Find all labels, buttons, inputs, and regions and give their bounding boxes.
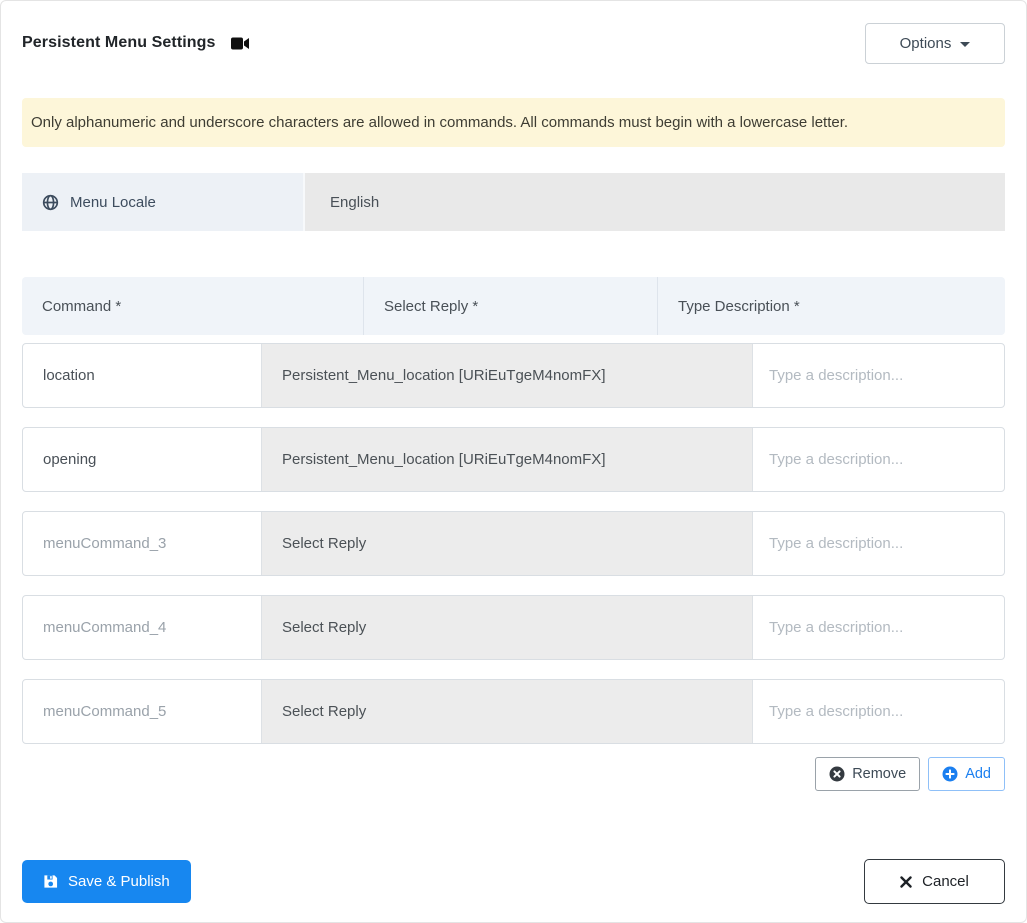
description-cell xyxy=(753,344,1004,407)
select-reply-value: Persistent_Menu_location [URiEuTgeM4nomF… xyxy=(282,367,606,384)
command-input-5[interactable] xyxy=(23,680,261,743)
command-row-2: Persistent_Menu_location [URiEuTgeM4nomF… xyxy=(22,427,1005,492)
row-actions: Remove Add xyxy=(22,757,1005,791)
column-header-type-description: Type Description * xyxy=(657,277,1005,335)
panel-header: Persistent Menu Settings Options xyxy=(22,22,1005,64)
command-input-1[interactable] xyxy=(23,344,261,407)
page-title: Persistent Menu Settings xyxy=(22,34,216,51)
x-icon xyxy=(900,875,912,888)
command-cell xyxy=(23,428,261,491)
select-reply-value: Select Reply xyxy=(282,619,367,636)
cancel-button-label: Cancel xyxy=(922,873,969,890)
select-reply-dropdown-2[interactable]: Persistent_Menu_location [URiEuTgeM4nomF… xyxy=(261,428,753,491)
select-reply-value: Select Reply xyxy=(282,535,367,552)
command-row-4: Select Reply xyxy=(22,595,1005,660)
select-reply-dropdown-4[interactable]: Select Reply xyxy=(261,596,753,659)
menu-locale-value: English xyxy=(305,173,1005,231)
persistent-menu-settings-panel: Persistent Menu Settings Options Only al… xyxy=(0,0,1027,923)
menu-locale-label: Menu Locale xyxy=(70,193,156,211)
column-header-command: Command * xyxy=(42,297,122,315)
select-reply-dropdown-1[interactable]: Persistent_Menu_location [URiEuTgeM4nomF… xyxy=(261,344,753,407)
save-publish-label: Save & Publish xyxy=(68,873,170,890)
videocam-icon xyxy=(230,37,250,50)
column-header-select-reply: Select Reply * xyxy=(363,277,657,335)
panel-footer: Save & Publish Cancel xyxy=(22,859,1005,904)
alert-text: Only alphanumeric and underscore charact… xyxy=(31,114,849,131)
select-reply-dropdown-5[interactable]: Select Reply xyxy=(261,680,753,743)
command-cell xyxy=(23,344,261,407)
select-reply-value: Persistent_Menu_location [URiEuTgeM4nomF… xyxy=(282,451,606,468)
add-button-label: Add xyxy=(965,766,991,782)
menu-locale-value-text: English xyxy=(330,193,380,211)
options-button-label: Options xyxy=(899,34,952,52)
command-cell xyxy=(23,596,261,659)
chevron-down-icon xyxy=(960,41,971,47)
add-row-button[interactable]: Add xyxy=(928,757,1005,791)
options-button[interactable]: Options xyxy=(865,22,1005,64)
command-row-1: Persistent_Menu_location [URiEuTgeM4nomF… xyxy=(22,343,1005,408)
select-reply-dropdown-3[interactable]: Select Reply xyxy=(261,512,753,575)
remove-row-button[interactable]: Remove xyxy=(815,757,921,791)
command-input-2[interactable] xyxy=(23,428,261,491)
times-circle-icon xyxy=(829,766,845,782)
command-input-3[interactable] xyxy=(23,512,261,575)
command-cell xyxy=(23,512,261,575)
command-cell xyxy=(23,680,261,743)
command-row-5: Select Reply xyxy=(22,679,1005,744)
cancel-button[interactable]: Cancel xyxy=(864,859,1005,904)
panel-title-group: Persistent Menu Settings xyxy=(22,34,250,52)
plus-circle-icon xyxy=(942,766,958,782)
commands-table-header: Command * Select Reply * Type Descriptio… xyxy=(22,277,1005,335)
menu-locale-selector[interactable]: Menu Locale xyxy=(22,173,305,231)
description-input-4[interactable] xyxy=(753,596,1004,659)
description-cell xyxy=(753,680,1004,743)
description-input-5[interactable] xyxy=(753,680,1004,743)
remove-button-label: Remove xyxy=(852,766,907,782)
description-cell xyxy=(753,428,1004,491)
save-publish-button[interactable]: Save & Publish xyxy=(22,860,191,903)
command-input-4[interactable] xyxy=(23,596,261,659)
menu-locale-row: Menu Locale English xyxy=(22,173,1005,231)
description-input-3[interactable] xyxy=(753,512,1004,575)
description-input-1[interactable] xyxy=(753,344,1004,407)
select-reply-value: Select Reply xyxy=(282,703,367,720)
description-cell xyxy=(753,512,1004,575)
description-input-2[interactable] xyxy=(753,428,1004,491)
globe-icon xyxy=(42,194,59,211)
floppy-disk-icon xyxy=(43,874,58,889)
command-row-3: Select Reply xyxy=(22,511,1005,576)
description-cell xyxy=(753,596,1004,659)
command-rules-alert: Only alphanumeric and underscore charact… xyxy=(22,98,1005,147)
